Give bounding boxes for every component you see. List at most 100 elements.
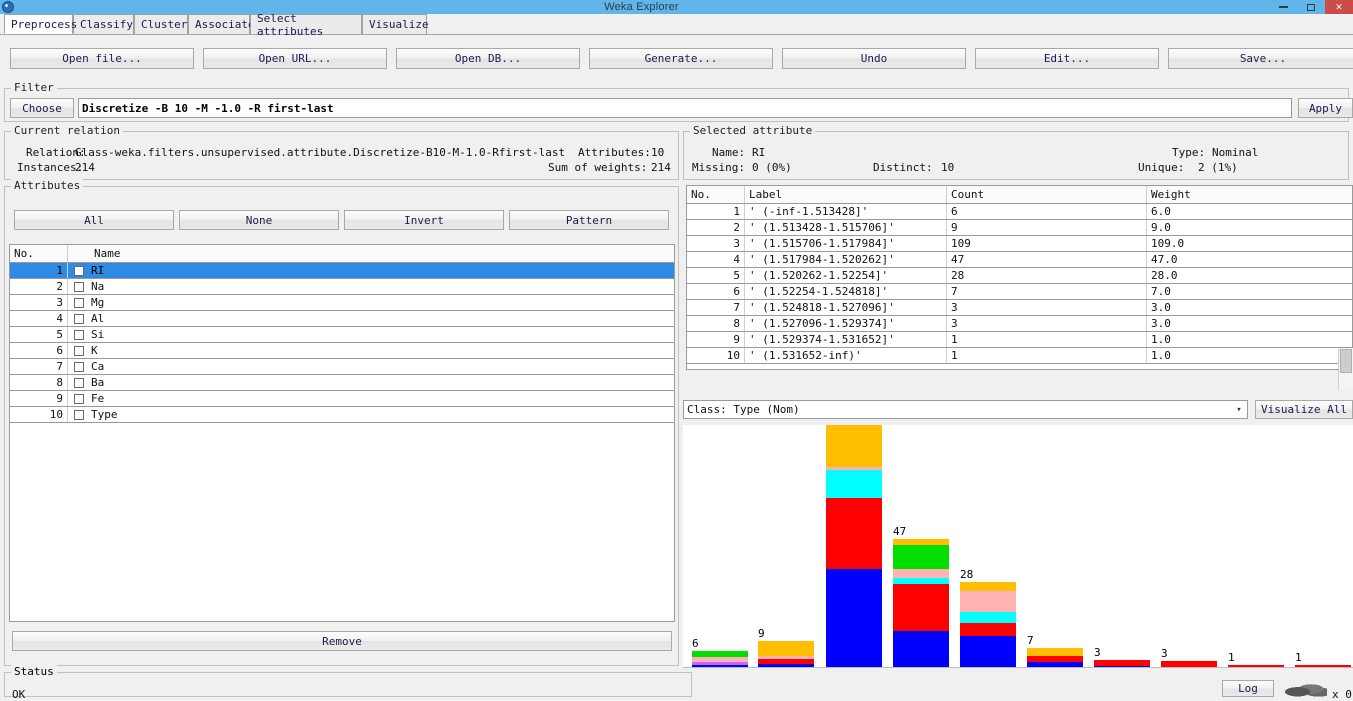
generate-button[interactable]: Generate... <box>589 48 773 69</box>
relation-value: Glass-weka.filters.unsupervised.attribut… <box>75 146 566 159</box>
class-selector-combo[interactable]: Class: Type (Nom) ▾ <box>683 400 1248 419</box>
attribute-row-checkbox[interactable] <box>68 359 90 374</box>
label-row-label: ' (1.515706-1.517984]' <box>745 236 947 251</box>
label-row-no: 5 <box>687 268 745 283</box>
open-file-button[interactable]: Open file... <box>10 48 194 69</box>
maximize-icon[interactable] <box>1297 0 1325 14</box>
close-icon[interactable]: ✕ <box>1325 0 1353 14</box>
label-row-count: 47 <box>947 252 1147 267</box>
histogram-bar[interactable] <box>826 425 882 668</box>
attribute-row-name: Si <box>91 328 105 341</box>
pattern-button[interactable]: Pattern <box>509 210 669 230</box>
invert-selection-button[interactable]: Invert <box>344 210 504 230</box>
tab-classify[interactable]: Classify <box>73 14 134 34</box>
table-row[interactable]: 10 Type <box>10 407 674 423</box>
remove-attributes-button[interactable]: Remove <box>12 631 672 651</box>
histogram-bar-label: 9 <box>758 627 765 640</box>
apply-filter-button[interactable]: Apply <box>1298 98 1353 118</box>
list-item[interactable]: 6 ' (1.52254-1.524818]' 7 7.0 <box>687 284 1352 300</box>
table-row[interactable]: 8 Ba <box>10 375 674 391</box>
histogram-bar[interactable] <box>960 582 1016 668</box>
histogram-bar[interactable] <box>692 651 748 668</box>
histogram-bar[interactable] <box>1027 648 1083 668</box>
list-item[interactable]: 1 ' (-inf-1.513428]' 6 6.0 <box>687 204 1352 220</box>
attr-missing-value: 0 (0%) <box>752 161 792 174</box>
attribute-row-checkbox[interactable] <box>68 407 90 422</box>
list-item[interactable]: 3 ' (1.515706-1.517984]' 109 109.0 <box>687 236 1352 252</box>
edit-button[interactable]: Edit... <box>975 48 1159 69</box>
label-row-label: ' (1.52254-1.524818]' <box>745 284 947 299</box>
open-db-button[interactable]: Open DB... <box>396 48 580 69</box>
attribute-row-checkbox[interactable] <box>68 343 90 358</box>
table-row[interactable]: 3 Mg <box>10 295 674 311</box>
labels-col-label: Label <box>745 186 947 203</box>
labels-row-container: 1 ' (-inf-1.513428]' 6 6.0 2 ' (1.513428-1.51… <box>687 204 1352 364</box>
histogram-bar-label: 3 <box>1161 647 1168 660</box>
attribute-row-checkbox[interactable] <box>68 295 90 310</box>
list-item[interactable]: 2 ' (1.513428-1.515706]' 9 9.0 <box>687 220 1352 236</box>
attribute-row-no: 2 <box>10 279 68 294</box>
histogram-bar-segment <box>758 641 814 656</box>
visualize-all-button[interactable]: Visualize All <box>1255 400 1353 419</box>
table-row[interactable]: 1 RI <box>10 263 674 279</box>
attributes-table[interactable]: No. Name 1 RI 2 Na 3 Mg 4 Al 5 Si 6 K 7 Ca 8 Ba 9 Fe 10 Typ… <box>9 244 675 622</box>
table-row[interactable]: 9 Fe <box>10 391 674 407</box>
save-button[interactable]: Save... <box>1168 48 1353 69</box>
sum-weights-value: 214 <box>651 161 671 174</box>
attribute-row-checkbox[interactable] <box>68 263 90 278</box>
histogram-bar[interactable] <box>758 641 814 668</box>
tab-associate[interactable]: Associate <box>188 14 255 34</box>
attribute-row-name: Fe <box>91 392 105 405</box>
attribute-row-checkbox[interactable] <box>68 279 90 294</box>
table-row[interactable]: 2 Na <box>10 279 674 295</box>
list-item[interactable]: 10 ' (1.531652-inf)' 1 1.0 <box>687 348 1352 364</box>
attr-unique-value: 2 (1%) <box>1198 161 1238 174</box>
label-row-count: 3 <box>947 316 1147 331</box>
attr-type-label: Type: <box>1172 146 1206 159</box>
label-row-count: 1 <box>947 332 1147 347</box>
labels-col-no: No. <box>687 186 745 203</box>
attribute-row-no: 1 <box>10 263 68 278</box>
attribute-row-no: 7 <box>10 359 68 374</box>
table-row[interactable]: 7 Ca <box>10 359 674 375</box>
histogram-bar-label: 28 <box>960 568 974 581</box>
table-row[interactable]: 6K <box>10 343 674 359</box>
label-row-weight: 1.0 <box>1151 333 1171 346</box>
attributes-table-header: No. Name <box>10 245 674 263</box>
select-none-button[interactable]: None <box>179 210 339 230</box>
undo-button[interactable]: Undo <box>782 48 966 69</box>
labels-scrollbar-thumb[interactable] <box>1340 349 1352 373</box>
list-item[interactable]: 5 ' (1.520262-1.52254]' 28 28.0 <box>687 268 1352 284</box>
histogram-bar[interactable] <box>893 539 949 668</box>
tab-select-attributes[interactable]: Select attributes <box>250 12 362 38</box>
list-item[interactable]: 9 ' (1.529374-1.531652]' 1 1.0 <box>687 332 1352 348</box>
attribute-labels-table[interactable]: No. Label Count Weight 1 ' (-inf-1.513428… <box>686 185 1353 370</box>
table-row[interactable]: 4 Al <box>10 311 674 327</box>
log-button[interactable]: Log <box>1222 680 1274 697</box>
attribute-row-checkbox[interactable] <box>68 327 90 342</box>
attribute-row-checkbox[interactable] <box>68 375 90 390</box>
attribute-row-no: 8 <box>10 375 68 390</box>
label-row-count: 109 <box>947 236 1147 251</box>
minimize-icon[interactable] <box>1269 0 1297 14</box>
attribute-row-checkbox[interactable] <box>68 391 90 406</box>
histogram-bar-segment <box>826 425 882 467</box>
labels-table-scrollbar[interactable] <box>1338 348 1353 390</box>
attribute-histogram[interactable]: 69109472873311 <box>683 425 1353 672</box>
tab-preprocess[interactable]: Preprocess <box>4 14 77 34</box>
selected-attribute-label: Selected attribute <box>690 124 816 137</box>
filter-value-field[interactable]: Discretize -B 10 -M -1.0 -R first-last <box>78 98 1292 118</box>
table-row[interactable]: 5 Si <box>10 327 674 343</box>
list-item[interactable]: 7 ' (1.524818-1.527096]' 3 3.0 <box>687 300 1352 316</box>
label-row-weight: 7.0 <box>1151 285 1171 298</box>
tab-cluster[interactable]: Cluster <box>134 14 188 34</box>
label-row-label: ' (1.520262-1.52254]' <box>745 268 947 283</box>
tab-visualize[interactable]: Visualize <box>362 14 429 34</box>
label-row-no: 9 <box>687 332 745 347</box>
list-item[interactable]: 8 ' (1.527096-1.529374]' 3 3.0 <box>687 316 1352 332</box>
attribute-row-checkbox[interactable] <box>68 311 90 326</box>
choose-filter-button[interactable]: Choose <box>10 98 74 118</box>
list-item[interactable]: 4 ' (1.517984-1.520262]' 47 47.0 <box>687 252 1352 268</box>
select-all-button[interactable]: All <box>14 210 174 230</box>
open-url-button[interactable]: Open URL... <box>203 48 387 69</box>
